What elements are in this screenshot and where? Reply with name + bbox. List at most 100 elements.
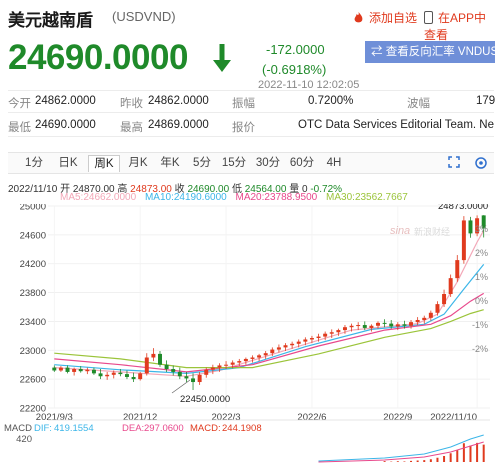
candle-body [362, 325, 367, 328]
tab-60min[interactable]: 60分 [288, 155, 316, 172]
candle-body [65, 367, 70, 372]
tab-4h[interactable]: 4H [322, 155, 346, 172]
ma-line-ma5 [54, 230, 485, 377]
open-label: 今开 [8, 98, 31, 110]
candle-body [78, 369, 83, 372]
macd-bar [482, 444, 485, 462]
percent-tick-label: -2% [472, 344, 488, 354]
fullscreen-icon[interactable] [448, 156, 460, 168]
percent-tick-label: 3% [475, 224, 488, 234]
add-favorite-button[interactable]: 添加自选 [352, 9, 417, 26]
candle-body [91, 369, 96, 374]
macd-bar [443, 456, 446, 462]
reverse-rate-button[interactable]: ⇄ 查看反向汇率 VNDUSD [365, 41, 495, 63]
tab-weekly[interactable]: 周K [88, 155, 120, 172]
y-axis-labels: 2500024600242002380023400230002260022200 [20, 204, 46, 415]
ma20-label: MA20: [235, 192, 265, 203]
tab-1min[interactable]: 1分 [22, 155, 46, 172]
macd-dif: 419.1554 [54, 423, 94, 434]
candle-body [409, 322, 414, 326]
macd-title: MACD [4, 423, 32, 434]
settings-icon[interactable] [475, 157, 487, 169]
candle-body [197, 374, 202, 383]
prev-close-value: 24862.0000 [148, 95, 209, 107]
title-row: 美元越南盾 (USDVND) 添加自选 在APP中查看 [8, 6, 494, 42]
candle-body [72, 369, 77, 372]
percent-tick-label: 0% [475, 296, 488, 306]
percent-tick-label: 1% [475, 272, 488, 282]
candle-body [376, 322, 380, 326]
svg-text:新浪财经: 新浪财经 [414, 226, 450, 237]
candle-body [85, 369, 90, 372]
macd-bar [449, 453, 452, 462]
tab-daily[interactable]: 日K [54, 155, 82, 172]
candle-body [442, 294, 447, 305]
candle-body [118, 372, 123, 375]
percent-tick-label: 2% [475, 248, 488, 258]
candle-body [309, 338, 314, 340]
tab-yearly[interactable]: 年K [156, 155, 184, 172]
candle-body [52, 367, 57, 371]
x-tick-label: 2022/3 [212, 412, 241, 423]
y-tick-label: 23000 [20, 346, 46, 357]
tab-monthly[interactable]: 月K [124, 155, 152, 172]
macd-bar [469, 445, 472, 462]
candle-body [415, 319, 420, 323]
ma5-label: MA5: [60, 192, 84, 203]
tab-15min[interactable]: 15分 [220, 155, 248, 172]
quote-source-label: 报价 [232, 122, 255, 134]
stats-divider [8, 90, 494, 91]
candle-body [243, 358, 248, 362]
macd-bar [423, 460, 426, 462]
tab-30min[interactable]: 30分 [254, 155, 282, 172]
macd-tick: 420 [16, 434, 32, 445]
candle-body [428, 312, 433, 318]
stats-divider [8, 136, 494, 137]
macd-bar [476, 442, 479, 462]
add-favorite-label: 添加自选 [369, 11, 418, 25]
swap-icon: ⇄ [371, 46, 386, 58]
ma-line-ma30 [54, 309, 484, 369]
candle-body [257, 355, 262, 358]
pair-name: 美元越南盾 [8, 11, 93, 30]
open-app-label: 在APP中查看 [424, 11, 487, 42]
candle-body [230, 362, 235, 365]
candle-body [151, 353, 156, 358]
open-value: 24862.0000 [35, 95, 96, 107]
candle-body [290, 343, 295, 346]
x-axis-labels: 2021/9/3 2021/12 2022/3 2022/6 2022/9 2022/11… [36, 412, 477, 423]
candle-body [210, 367, 215, 370]
candle-body [303, 339, 308, 342]
candle-body [270, 349, 275, 354]
y-tick-label: 25000 [20, 204, 46, 213]
macd-bar [410, 460, 413, 462]
percent-tick-label: -1% [472, 320, 488, 330]
candle-body [138, 373, 143, 380]
candle-body [144, 357, 149, 374]
chart-tools [448, 156, 487, 169]
candle-body [342, 327, 347, 331]
candlestick-chart[interactable]: 2500024600242002380023400230002260022200… [0, 204, 500, 466]
candle-body [356, 325, 361, 327]
ma10-value: 24190.6000 [173, 192, 227, 203]
low-value: 24690.0000 [35, 119, 96, 131]
macd-bar [462, 443, 465, 462]
macd-bar [456, 450, 459, 462]
amplitude-label: 振幅 [232, 98, 255, 110]
ma-line-ma10 [54, 264, 485, 375]
candle-body [468, 220, 473, 234]
macd-dea-line [318, 441, 484, 463]
wave-label: 波幅 [407, 98, 430, 110]
phone-icon [424, 11, 433, 24]
open-app-button[interactable]: 在APP中查看 [424, 9, 494, 43]
macd-dif-label: DIF: [34, 423, 52, 434]
y-tick-label: 24600 [20, 230, 46, 241]
x-tick-label: 2022/11/10 [430, 412, 477, 423]
tab-5min[interactable]: 5分 [190, 155, 214, 172]
candle-body [422, 317, 427, 320]
period-tabs: 1分 日K 周K 月K 年K 5分 15分 30分 60分 4H [8, 152, 494, 174]
candle-body [402, 324, 407, 326]
candle-body [316, 336, 321, 339]
candle-body [382, 322, 387, 324]
candle-body [296, 341, 301, 344]
